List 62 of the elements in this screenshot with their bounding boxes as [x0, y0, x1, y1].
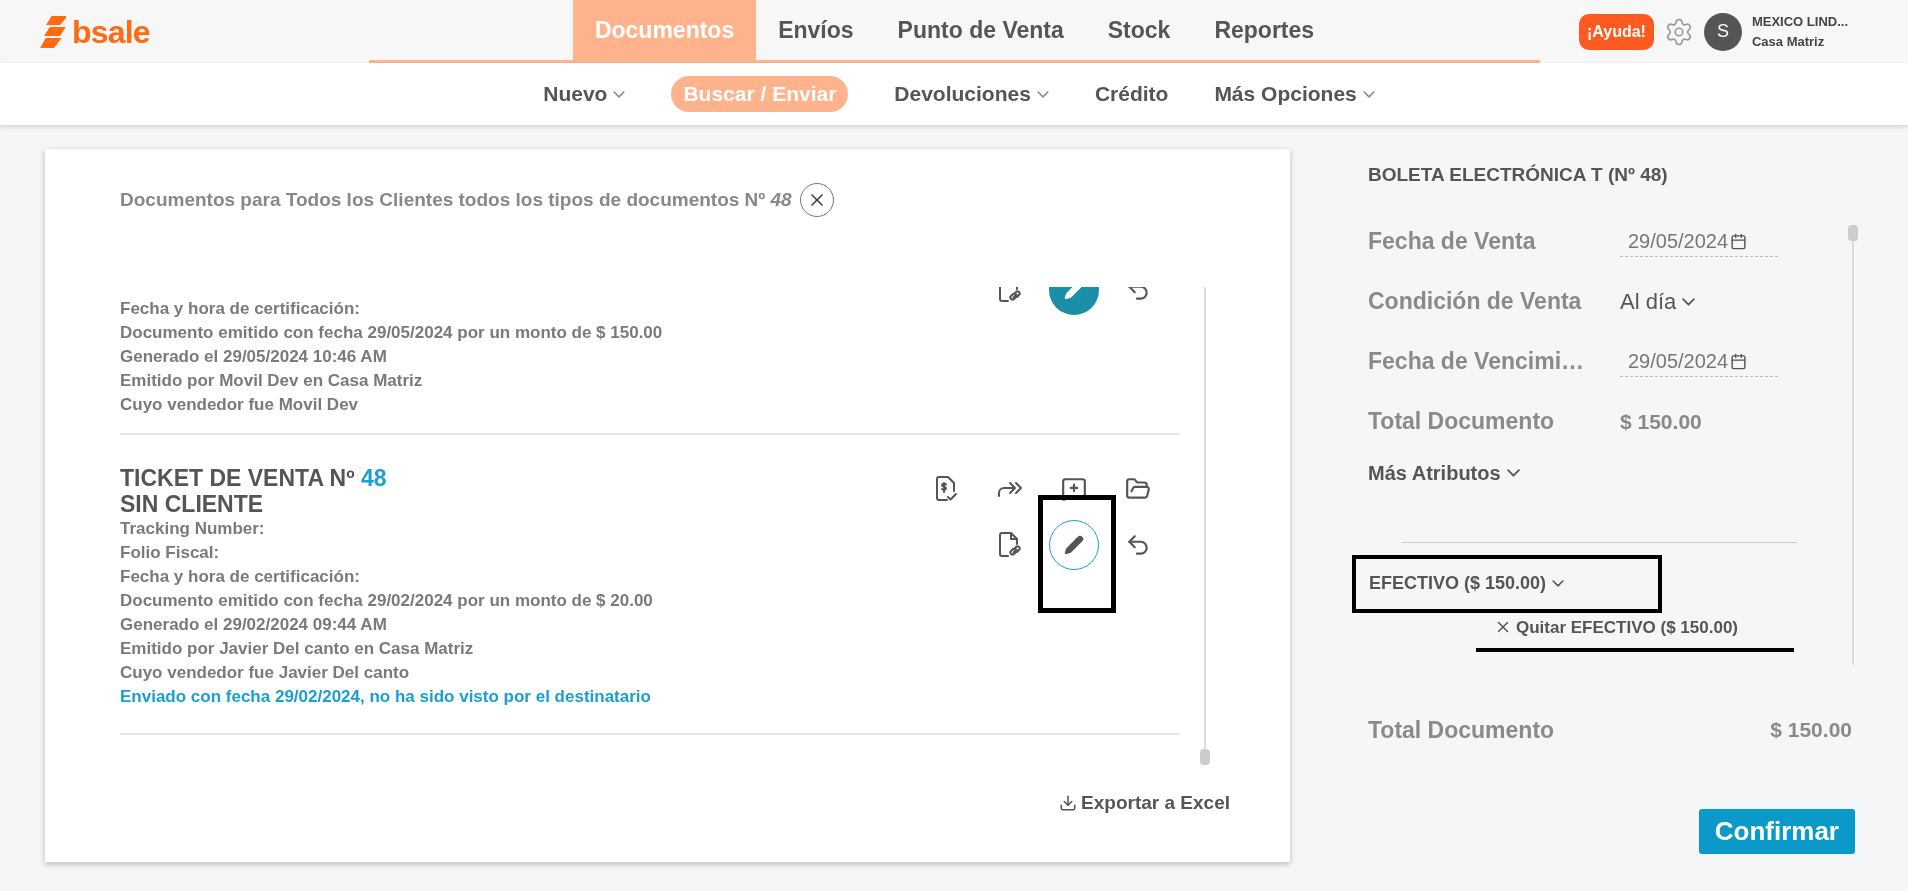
- document-detail: Generado el 29/05/2024 10:46 AM: [120, 346, 388, 368]
- field-label: Fecha de Vencimi…: [1368, 347, 1586, 377]
- edit-button[interactable]: [1049, 520, 1099, 570]
- total-value: $ 150.00: [1770, 717, 1852, 743]
- document-detail: Cuyo vendedor fue Javier Del canto: [120, 662, 411, 684]
- date-field[interactable]: 29/05/2024: [1620, 226, 1778, 257]
- client-name: SIN CLIENTE: [120, 491, 265, 517]
- subnav-item[interactable]: Nuevo: [543, 78, 626, 110]
- chevron-icon: [613, 90, 626, 98]
- comment-plus-icon: [1061, 476, 1087, 502]
- subnav-item[interactable]: Devoluciones: [894, 78, 1049, 110]
- branch-name: Casa Matriz: [1751, 32, 1826, 51]
- undo-icon: [1125, 532, 1151, 558]
- pencil-icon: [1064, 535, 1084, 555]
- payment-method-toggle[interactable]: EFECTIVO ($ 150.00): [1368, 569, 1565, 603]
- document-detail: Emitido por Javier Del canto en Casa Matriz: [120, 638, 475, 660]
- calendar-icon: [1730, 352, 1748, 370]
- sent-notice: Enviado con fecha 29/02/2024, no ha sido visto por el destinatario: [120, 686, 652, 708]
- chevron-icon: [1362, 90, 1375, 98]
- field-label: Condición de Venta: [1368, 287, 1583, 317]
- logo-icon: [40, 13, 66, 50]
- user-name: MEXICO LIND...: [1751, 12, 1848, 31]
- chevron-icon: [1036, 90, 1049, 98]
- scrollbar[interactable]: [1848, 224, 1858, 665]
- avatar[interactable]: S: [1703, 12, 1742, 51]
- remove-payment-link[interactable]: Quitar EFECTIVO ($ 150.00): [1494, 614, 1794, 640]
- scrollbar[interactable]: [1200, 287, 1210, 765]
- document-detail: Documento emitido con fecha 29/05/2024 por un monto de $ 150.00: [120, 322, 663, 344]
- logo-text: bsale: [72, 15, 150, 48]
- receipt-icon: [935, 476, 957, 502]
- condition-select[interactable]: Al día: [1620, 285, 1696, 318]
- document-detail: Fecha y hora de certificación:: [120, 298, 361, 320]
- subnav-item[interactable]: Crédito: [1094, 78, 1169, 110]
- download-icon: [1059, 794, 1078, 813]
- field-label: Fecha de Venta: [1368, 227, 1537, 257]
- panel-title: BOLETA ELECTRÓNICA T (Nº 48): [1368, 163, 1669, 187]
- nav-tab[interactable]: Punto de Venta: [875, 0, 1086, 60]
- more-attributes-toggle[interactable]: Más Atributos: [1368, 457, 1520, 488]
- export-link[interactable]: Exportar a Excel: [1059, 789, 1230, 818]
- document-title: TICKET DE VENTA Nº 48: [120, 465, 388, 491]
- document-detail: Fecha y hora de certificación:: [120, 566, 361, 588]
- document-detail: Tracking Number:: [120, 518, 266, 540]
- nav-tab[interactable]: Envíos: [756, 0, 876, 60]
- nav-tab[interactable]: Reportes: [1192, 0, 1337, 60]
- document-detail: Generado el 29/02/2024 09:44 AM: [120, 614, 388, 636]
- total-label: Total Documento: [1368, 715, 1555, 745]
- folder-icon: [1125, 476, 1151, 502]
- chevron-icon: [1506, 468, 1520, 477]
- search-title: Documentos para Todos los Clientes todos los tipos de documentos Nº 48: [120, 187, 792, 212]
- document-detail: Cuyo vendedor fue Movil Dev: [120, 394, 360, 416]
- nav-tab[interactable]: Stock: [1085, 0, 1193, 60]
- subnav-item[interactable]: Más Opciones: [1214, 78, 1375, 110]
- field-label: Total Documento: [1368, 407, 1556, 437]
- document-detail: Emitido por Movil Dev en Casa Matriz: [120, 370, 424, 392]
- document-detail: Documento emitido con fecha 29/02/2024 por un monto de $ 20.00: [120, 590, 653, 612]
- document-detail: Folio Fiscal:: [120, 542, 221, 564]
- calendar-icon: [1730, 232, 1748, 250]
- field-value: $ 150.00: [1620, 408, 1702, 435]
- file-link-icon: [998, 532, 1022, 558]
- chevron-icon: [1682, 297, 1696, 306]
- chevron-icon: [1552, 579, 1565, 587]
- date-field[interactable]: 29/05/2024: [1620, 346, 1778, 377]
